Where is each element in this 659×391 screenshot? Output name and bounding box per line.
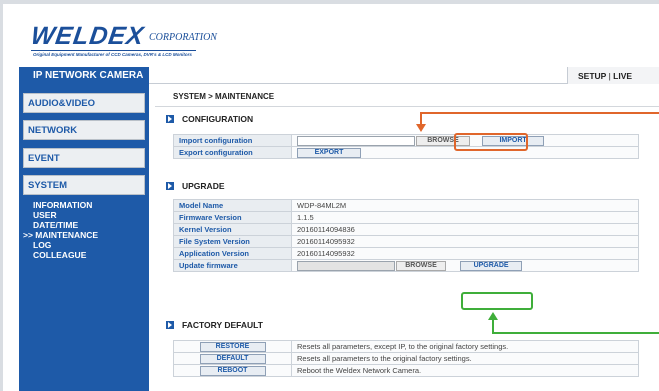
green-callout-line xyxy=(492,318,659,334)
orange-arrowhead-icon xyxy=(416,124,426,132)
annotation-arrows xyxy=(416,112,659,334)
upgrade-highlight-box xyxy=(461,292,533,310)
orange-callout-line xyxy=(420,112,659,126)
green-arrowhead-icon xyxy=(488,312,498,320)
